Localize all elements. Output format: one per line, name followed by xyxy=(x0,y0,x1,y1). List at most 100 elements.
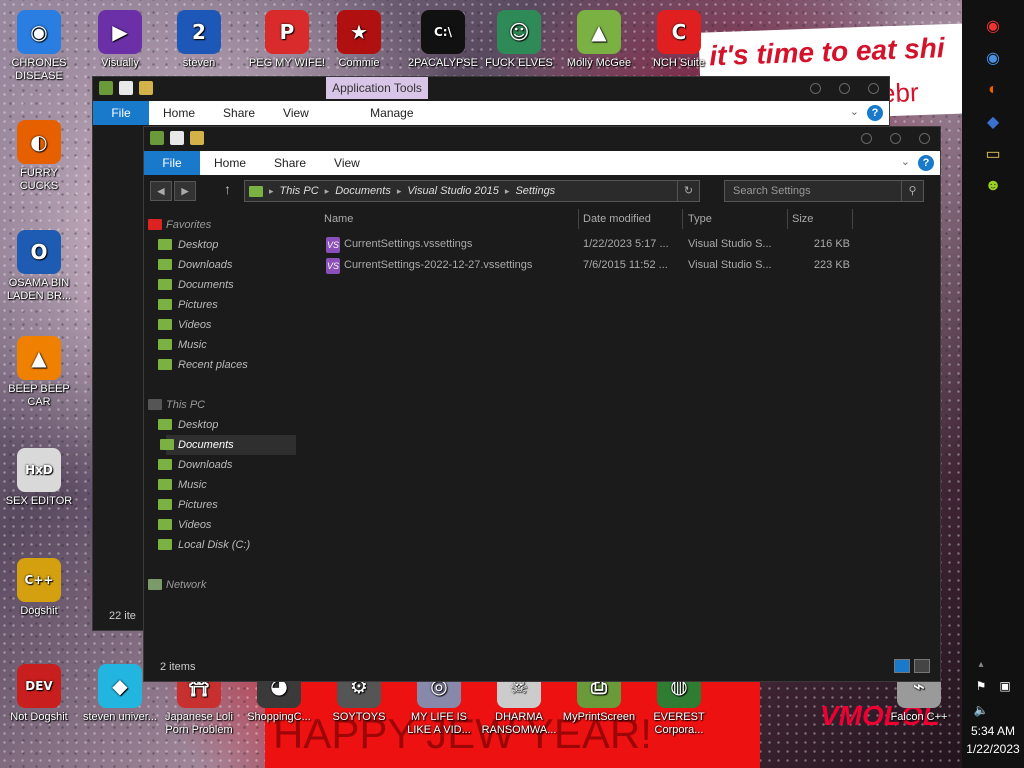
nav-this-pc[interactable]: This PC xyxy=(148,395,205,415)
nav-item-downloads[interactable]: Downloads xyxy=(158,255,232,275)
file-row[interactable]: VS CurrentSettings.vssettings 1/22/2023 5:… xyxy=(322,235,930,255)
desktop-icon[interactable]: ▲ Molly McGee xyxy=(560,10,638,70)
desktop-icon-label: FURRY CUCKS xyxy=(19,167,59,192)
nav-favorites[interactable]: Favorites xyxy=(148,215,211,235)
tab-file[interactable]: File xyxy=(144,151,200,175)
breadcrumb-documents[interactable]: Documents xyxy=(335,185,391,197)
help-icon[interactable]: ? xyxy=(867,105,883,121)
desktop-icon[interactable]: C++ Dogshit xyxy=(0,558,78,618)
nav-item-pictures[interactable]: Pictures xyxy=(158,495,218,515)
maximize-icon[interactable] xyxy=(890,133,901,144)
chevron-down-icon[interactable]: ⌄ xyxy=(850,105,859,118)
search-icon[interactable]: ⚲ xyxy=(901,181,923,201)
chrome-icon[interactable]: ◉ xyxy=(978,44,1008,72)
minimize-icon[interactable] xyxy=(861,133,872,144)
large-icons-view-icon[interactable] xyxy=(914,659,930,673)
tab-view[interactable]: View xyxy=(320,151,374,175)
tab-home[interactable]: Home xyxy=(200,151,260,175)
folder-icon xyxy=(160,439,174,450)
desktop-icon-label: CHRONES DISEASE xyxy=(11,57,67,82)
back-tab-share[interactable]: Share xyxy=(209,101,269,125)
up-arrow-icon[interactable]: ↑ xyxy=(224,181,231,197)
explorer-icon[interactable]: ▭ xyxy=(978,140,1008,168)
column-type[interactable]: Type xyxy=(688,213,712,225)
nav-item-music[interactable]: Music xyxy=(158,475,207,495)
breadcrumb-visual-studio[interactable]: Visual Studio 2015 xyxy=(407,185,499,197)
column-name[interactable]: Name xyxy=(324,213,353,225)
help-icon[interactable]: ? xyxy=(918,155,934,171)
firefox-icon[interactable]: ◐ xyxy=(978,76,1008,104)
desktop-icon-label: DHARMA RANSOMWA... xyxy=(481,711,557,736)
file-row[interactable]: VS CurrentSettings-2022-12-27.vssettings 7… xyxy=(322,256,930,276)
search-placeholder: Search Settings xyxy=(733,185,811,197)
desktop-icon[interactable]: ◐ FURRY CUCKS xyxy=(0,120,78,193)
nav-item-videos[interactable]: Videos xyxy=(158,315,211,335)
chevron-down-icon[interactable]: ⌄ xyxy=(901,155,910,168)
app-icon[interactable]: ◆ xyxy=(978,108,1008,136)
folder-icon xyxy=(158,539,172,550)
back-tab-view[interactable]: View xyxy=(269,101,323,125)
refresh-icon[interactable]: ↻ xyxy=(677,181,699,201)
desktop-icon[interactable]: HxD SEX EDITOR xyxy=(0,448,78,508)
nch-icon: C xyxy=(657,10,701,54)
game-icon[interactable]: ☻ xyxy=(978,172,1008,200)
nav-item-local-disk--c--[interactable]: Local Disk (C:) xyxy=(158,535,250,555)
desktop-icon[interactable]: C NCH Suite xyxy=(640,10,718,70)
clock-date[interactable]: 1/22/2023 xyxy=(962,742,1024,756)
nav-item-desktop[interactable]: Desktop xyxy=(158,235,218,255)
back-window-titlebar[interactable] xyxy=(93,77,889,101)
nav-network[interactable]: Network xyxy=(148,575,206,595)
banner-text-line1: it's time to eat shi xyxy=(708,32,946,72)
clock-time[interactable]: 5:34 AM xyxy=(962,724,1024,738)
desktop-icon[interactable]: ★ Commie xyxy=(320,10,398,70)
computer-icon xyxy=(148,399,162,410)
desktop-icon[interactable]: O OSAMA BIN LADEN BR... xyxy=(0,230,78,303)
nav-item-recent-places[interactable]: Recent places xyxy=(158,355,248,375)
nav-item-music[interactable]: Music xyxy=(158,335,207,355)
desktop-icon[interactable]: ▶ Visually xyxy=(81,10,159,70)
devcpp-icon: DEV xyxy=(17,664,61,708)
application-tools-tab[interactable]: Application Tools xyxy=(326,77,428,99)
nav-item-documents[interactable]: Documents xyxy=(160,435,296,455)
column-date[interactable]: Date modified xyxy=(583,213,651,225)
tab-share[interactable]: Share xyxy=(260,151,320,175)
volume-icon[interactable]: 🔈 xyxy=(966,696,996,724)
close-icon[interactable] xyxy=(868,83,879,94)
nav-item-desktop[interactable]: Desktop xyxy=(158,415,218,435)
back-tab-home[interactable]: Home xyxy=(149,101,209,125)
status-bar: 2 items xyxy=(144,653,940,681)
heart-icon xyxy=(148,219,162,230)
details-view-icon[interactable] xyxy=(894,659,910,673)
back-button[interactable]: ◀ xyxy=(150,181,172,201)
column-size[interactable]: Size xyxy=(792,213,813,225)
nav-item-documents[interactable]: Documents xyxy=(158,275,234,295)
desktop-icon-label: Commie xyxy=(338,57,380,69)
back-tab-manage[interactable]: Manage xyxy=(341,101,443,125)
desktop-icon[interactable]: 2 steven xyxy=(160,10,238,70)
window-titlebar[interactable] xyxy=(144,127,940,151)
desktop-icon[interactable]: ☺ FUCK ELVES xyxy=(480,10,558,70)
nav-item-pictures[interactable]: Pictures xyxy=(158,295,218,315)
desktop-icon-label: ShoppingC... xyxy=(247,711,311,723)
breadcrumb-thispc[interactable]: This PC xyxy=(280,185,319,197)
forward-button[interactable]: ▶ xyxy=(174,181,196,201)
desktop-icon[interactable]: ◉ CHRONES DISEASE xyxy=(0,10,78,83)
explorer-window[interactable]: File Home Share View ⌄ ? ◀ ▶ ↑ ▸ This PC… xyxy=(143,126,941,682)
nav-item-videos[interactable]: Videos xyxy=(158,515,211,535)
maximize-icon[interactable] xyxy=(839,83,850,94)
chrome-colorful-icon[interactable]: ◉ xyxy=(978,12,1008,40)
address-bar[interactable]: ▸ This PC ▸ Documents ▸ Visual Studio 20… xyxy=(244,180,700,202)
minimize-icon[interactable] xyxy=(810,83,821,94)
desktop-icon[interactable]: P PEG MY WIFE! xyxy=(248,10,326,70)
folder-icon xyxy=(158,359,172,370)
nav-item-downloads[interactable]: Downloads xyxy=(158,455,232,475)
breadcrumb-settings[interactable]: Settings xyxy=(515,185,555,197)
close-icon[interactable] xyxy=(919,133,930,144)
search-input[interactable]: Search Settings ⚲ xyxy=(724,180,924,202)
desktop-icon[interactable]: DEV Not Dogshit xyxy=(0,664,78,724)
back-tab-file[interactable]: File xyxy=(93,101,149,125)
chevron-up-icon[interactable]: ▴ xyxy=(966,650,996,678)
item-count: 2 items xyxy=(160,661,196,673)
desktop-icon[interactable]: C:\ 2PACALYPSE xyxy=(404,10,482,70)
desktop-icon[interactable]: ▲ BEEP BEEP CAR xyxy=(0,336,78,409)
